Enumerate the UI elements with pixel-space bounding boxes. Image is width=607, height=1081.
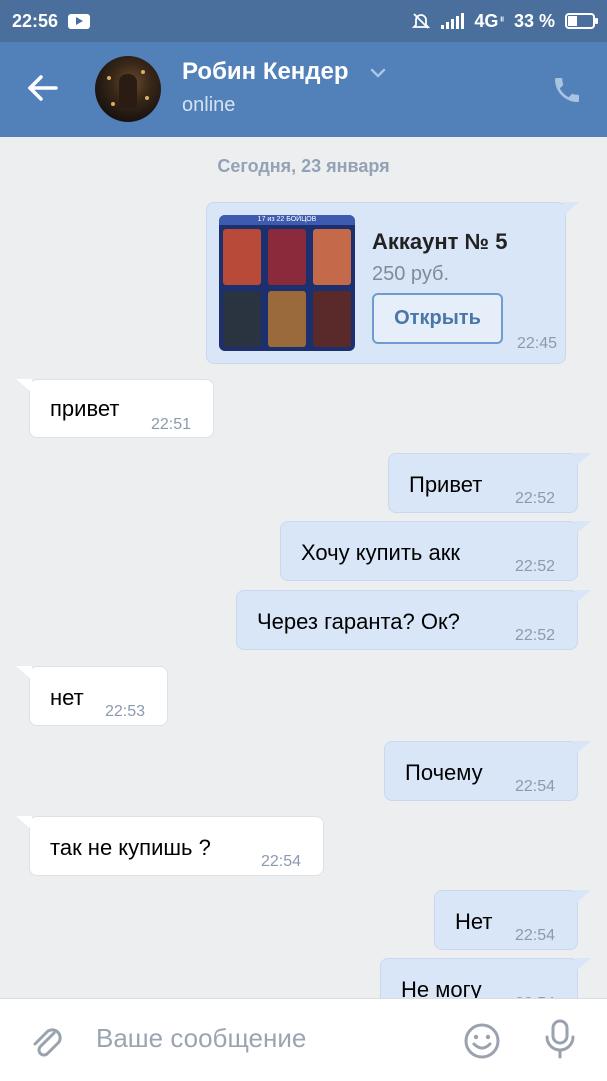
message-time: 22:45 <box>517 335 558 352</box>
brawler-tile <box>268 229 306 285</box>
message-text: нет <box>50 685 84 710</box>
message-time: 22:54 <box>261 853 302 870</box>
message-text: Через гаранта? Ок? <box>257 609 460 634</box>
message-text: так не купишь ? <box>50 835 211 860</box>
chat-header: Робин Кендер online <box>0 42 607 137</box>
open-product-button[interactable]: Открыть <box>372 293 503 344</box>
network-type: 4G <box>474 10 499 31</box>
brawler-tile <box>268 291 306 347</box>
network-sub: ᴵᴵ <box>500 15 504 27</box>
product-title: Аккаунт № 5 <box>372 229 508 254</box>
microphone-icon[interactable] <box>542 1017 578 1061</box>
battery-percent: 33 % <box>513 10 555 31</box>
product-card-message[interactable]: 17 из 22 БОЙЦОВ Аккаунт № 5 250 руб. Отк… <box>206 202 579 364</box>
avatar-light <box>145 96 149 100</box>
brawler-tile <box>223 291 261 347</box>
message-time: 22:52 <box>515 490 556 507</box>
message-time: 22:52 <box>515 558 556 575</box>
message-input[interactable]: Ваше сообщение <box>96 1023 306 1054</box>
message-outgoing[interactable]: Хочу купить акк 22:52 <box>280 521 591 581</box>
product-price: 250 руб. <box>372 263 450 285</box>
youtube-notification-icon <box>68 13 91 29</box>
brawler-tile <box>313 229 351 285</box>
message-text: Хочу купить акк <box>301 540 460 565</box>
avatar-light <box>141 70 145 74</box>
message-time: 22:53 <box>105 703 146 720</box>
alarm-off-icon <box>412 13 431 29</box>
message-time: 22:52 <box>515 627 556 644</box>
message-incoming[interactable]: нет 22:53 <box>16 666 168 726</box>
contact-name[interactable]: Робин Кендер <box>182 58 349 86</box>
avatar-light <box>107 76 111 80</box>
avatar-light <box>111 102 115 106</box>
avatar[interactable] <box>95 56 161 122</box>
phone-icon[interactable] <box>551 74 583 106</box>
message-incoming[interactable]: так не купишь ? 22:54 <box>16 816 324 876</box>
message-outgoing[interactable]: Через гаранта? Ок? 22:52 <box>236 590 591 650</box>
product-image-caption: 17 из 22 БОЙЦОВ <box>219 215 355 225</box>
status-time: 22:56 <box>12 10 59 31</box>
message-outgoing[interactable]: Почему 22:54 <box>384 741 591 801</box>
message-time: 22:54 <box>515 927 556 944</box>
message-input-bar: Ваше сообщение <box>0 998 607 1081</box>
paperclip-icon[interactable] <box>28 1021 64 1061</box>
avatar-figure <box>119 74 137 108</box>
contact-status: online <box>182 94 236 116</box>
message-outgoing[interactable]: Привет 22:52 <box>388 453 591 513</box>
signal-icon <box>441 13 465 29</box>
chevron-down-icon[interactable] <box>370 68 386 78</box>
message-time: 22:51 <box>151 416 192 433</box>
message-outgoing[interactable]: Нет 22:54 <box>434 890 591 950</box>
battery-icon <box>565 13 598 29</box>
product-image[interactable]: 17 из 22 БОЙЦОВ <box>219 215 355 351</box>
message-text: Привет <box>409 472 483 497</box>
status-bar: 22:56 4G ᴵᴵ 33 % <box>0 0 607 42</box>
date-separator: Сегодня, 23 января <box>217 156 390 176</box>
brawler-tile <box>223 229 261 285</box>
battery-level <box>568 16 577 26</box>
brawler-tile <box>313 291 351 347</box>
message-text: Почему <box>405 760 483 785</box>
back-arrow-icon[interactable] <box>22 68 62 108</box>
message-incoming[interactable]: привет 22:51 <box>16 379 214 438</box>
message-text: Нет <box>455 909 493 934</box>
message-time: 22:54 <box>515 778 556 795</box>
message-text: привет <box>50 396 120 421</box>
emoji-icon[interactable] <box>462 1021 502 1061</box>
